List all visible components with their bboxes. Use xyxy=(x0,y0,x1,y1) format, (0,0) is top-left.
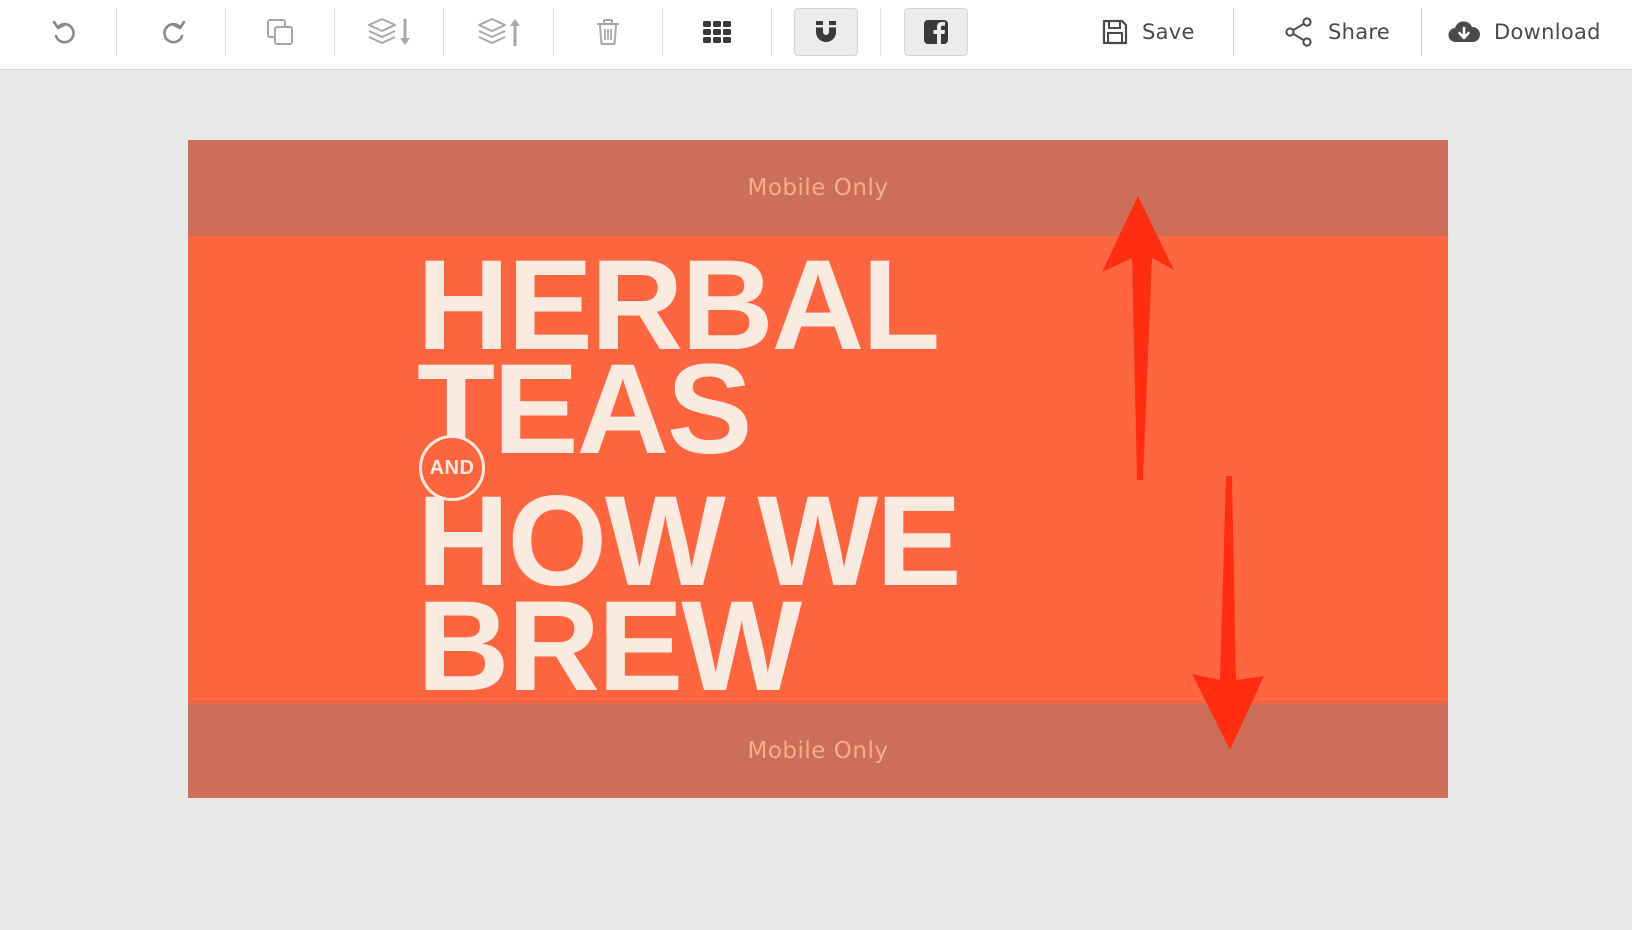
undo-button[interactable] xyxy=(32,8,96,56)
separator xyxy=(225,8,226,56)
duplicate-button[interactable] xyxy=(248,8,312,56)
separator xyxy=(1421,8,1422,56)
facebook-preview-button[interactable] xyxy=(904,8,968,56)
down-arrow-icon xyxy=(1192,476,1264,750)
bring-forward-button[interactable] xyxy=(468,8,532,56)
share-button[interactable]: Share xyxy=(1284,8,1390,56)
headline-line-4[interactable]: BREW xyxy=(417,583,802,711)
mobile-only-label: Mobile Only xyxy=(747,175,889,201)
separator xyxy=(116,8,117,56)
separator xyxy=(443,8,444,56)
redo-button[interactable] xyxy=(142,8,206,56)
separator xyxy=(334,8,335,56)
grid-button[interactable] xyxy=(685,8,749,56)
separator xyxy=(553,8,554,56)
facebook-icon xyxy=(924,20,948,44)
up-arrow-icon xyxy=(1102,196,1174,480)
toolbar: Save Share Download xyxy=(0,0,1632,70)
separator xyxy=(662,8,663,56)
trash-icon xyxy=(596,19,620,45)
snap-toggle-button[interactable] xyxy=(794,8,858,56)
send-backward-button[interactable] xyxy=(358,8,422,56)
and-badge[interactable]: AND xyxy=(419,435,485,501)
save-label: Save xyxy=(1142,20,1195,44)
mobile-only-band-top: Mobile Only xyxy=(188,140,1448,236)
grid-icon xyxy=(703,21,731,43)
cloud-download-icon xyxy=(1448,21,1480,43)
duplicate-icon xyxy=(267,19,293,45)
separator xyxy=(880,8,881,56)
and-badge-text: AND xyxy=(429,456,475,479)
magnet-icon xyxy=(816,21,836,42)
save-button[interactable]: Save xyxy=(1102,8,1195,56)
floppy-disk-icon xyxy=(1102,19,1128,45)
separator xyxy=(1233,8,1234,56)
download-button[interactable]: Download xyxy=(1448,8,1601,56)
share-icon xyxy=(1285,17,1312,47)
redo-icon xyxy=(163,20,186,44)
mobile-only-label: Mobile Only xyxy=(747,737,889,764)
undo-icon xyxy=(52,20,75,44)
separator xyxy=(771,8,772,56)
delete-button[interactable] xyxy=(576,8,640,56)
share-label: Share xyxy=(1328,20,1391,44)
layer-up-icon xyxy=(478,18,520,46)
download-label: Download xyxy=(1494,20,1601,44)
layer-down-icon xyxy=(368,18,410,45)
